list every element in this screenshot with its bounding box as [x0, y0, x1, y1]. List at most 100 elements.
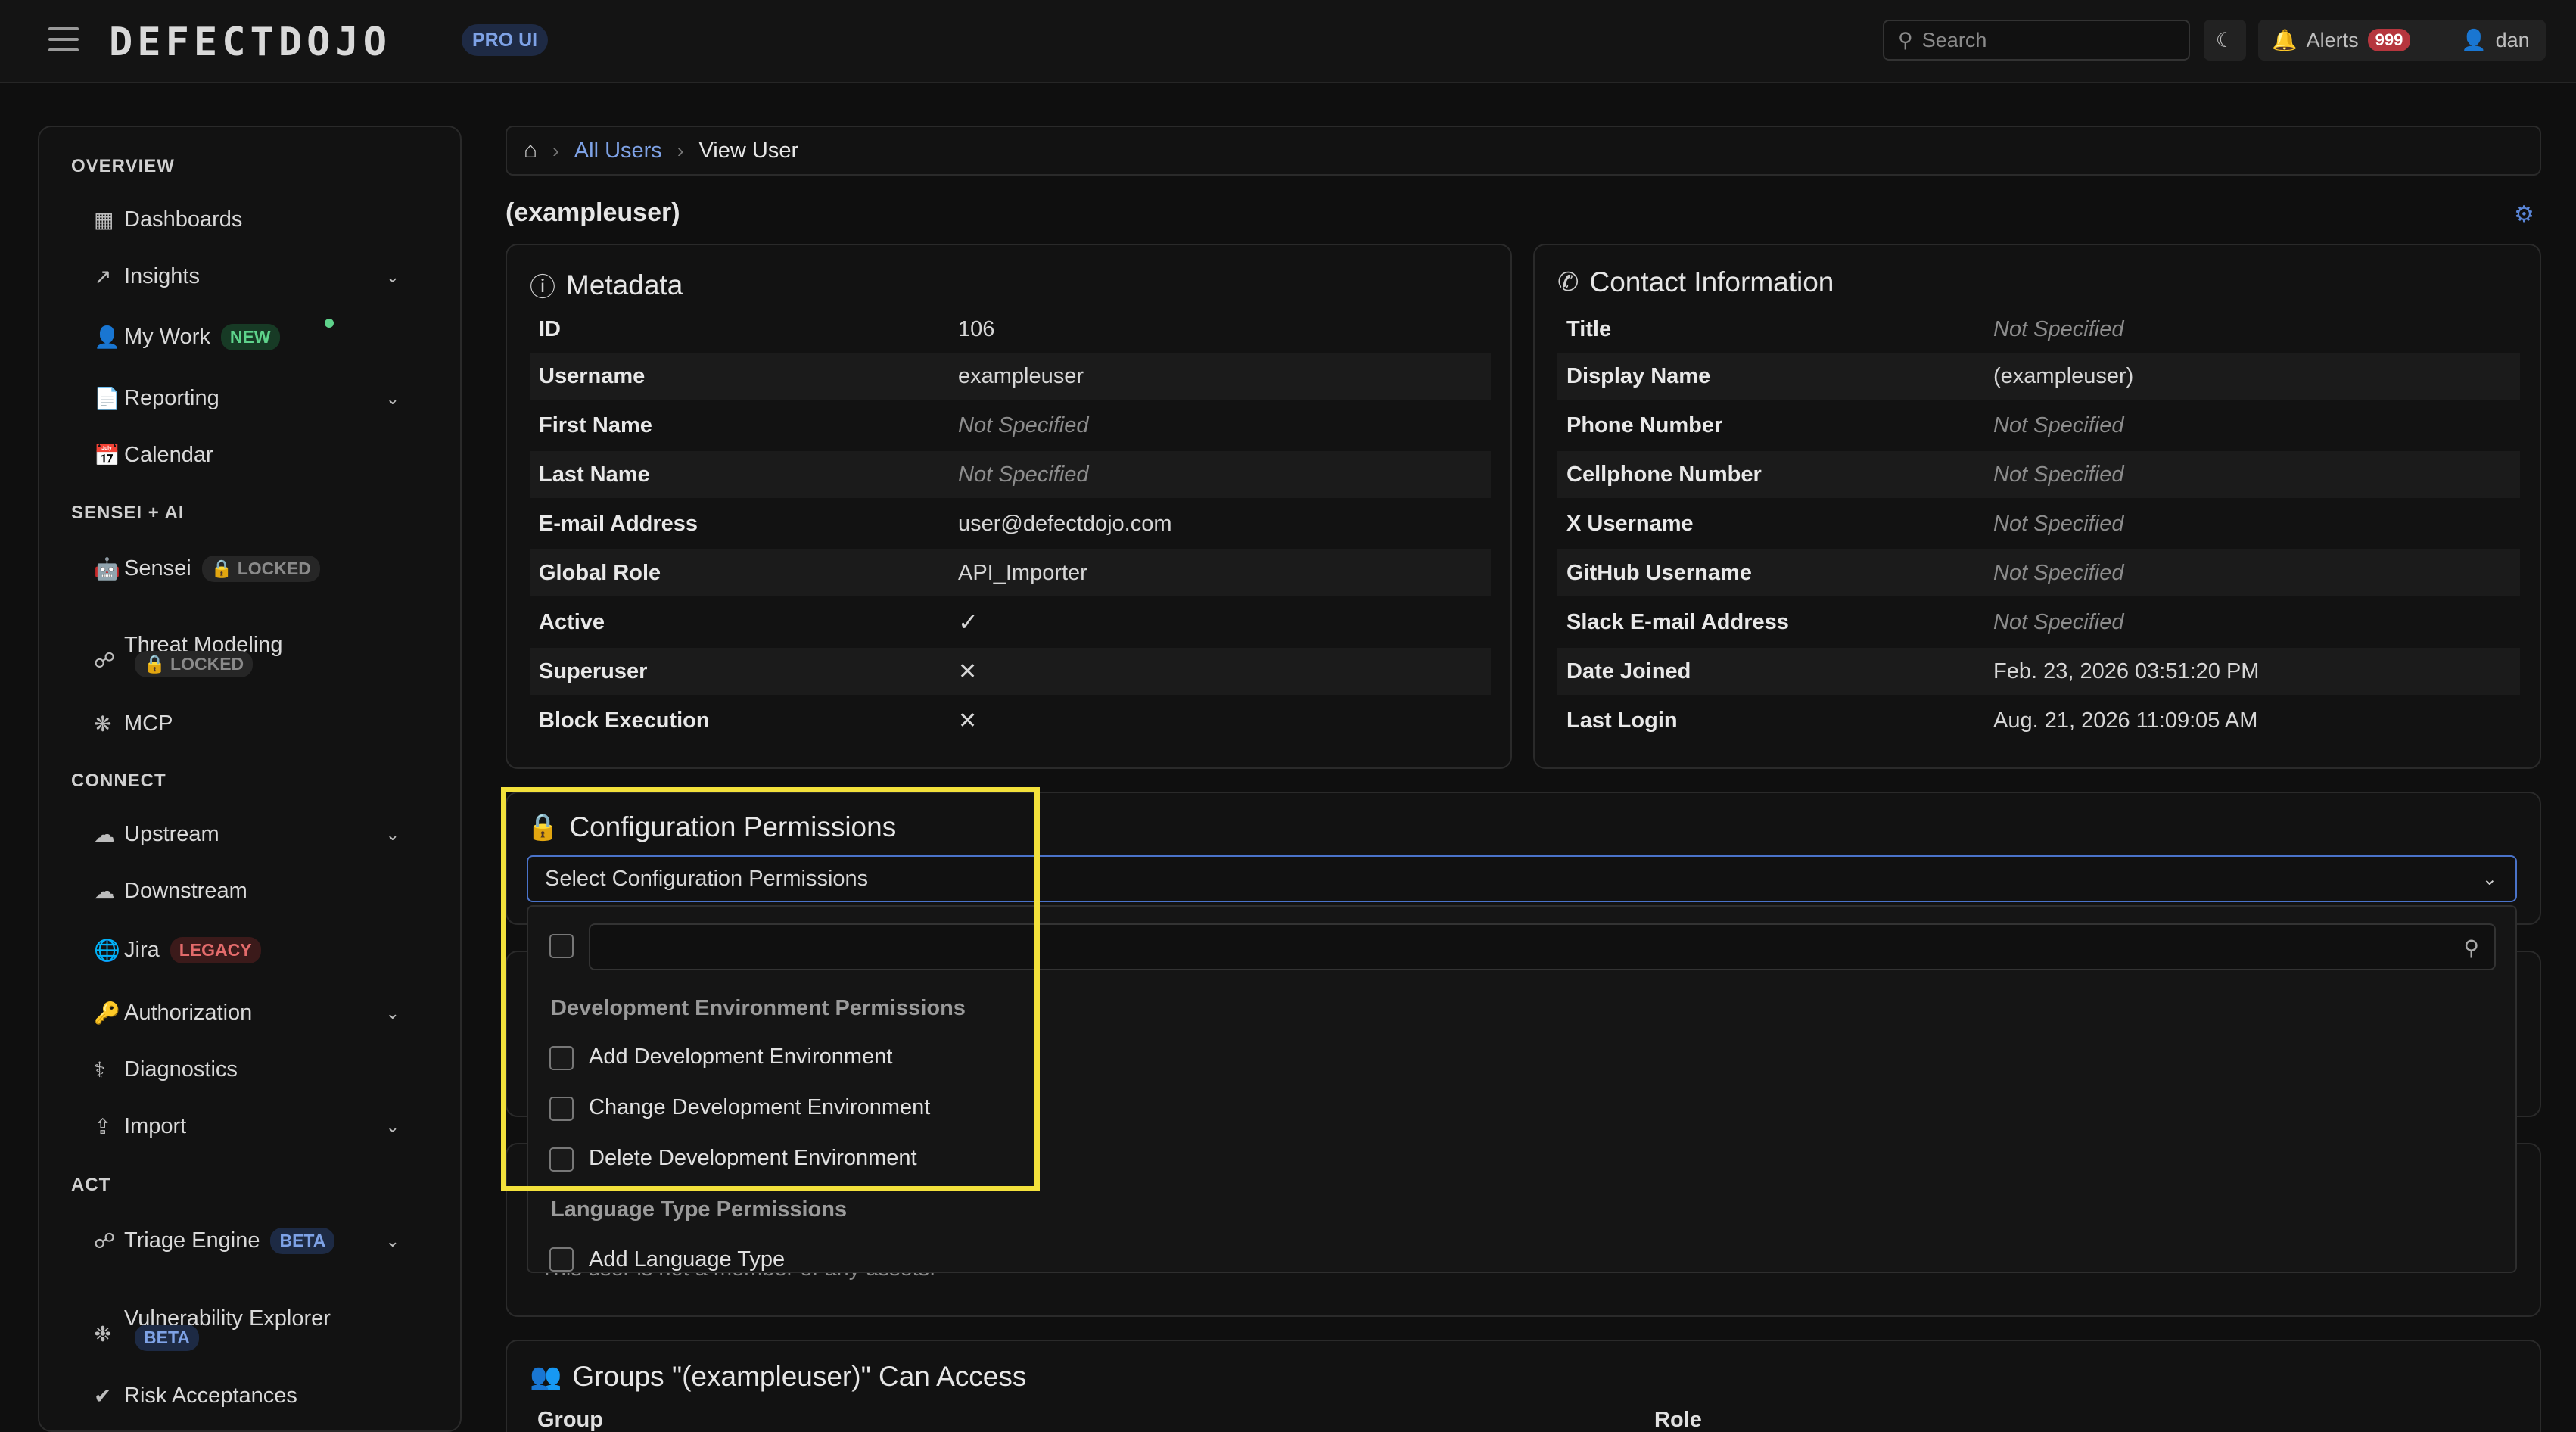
sidebar-item-authorization[interactable]: 🔑 Authorization ⌄ [94, 1001, 450, 1026]
metadata-key: Block Execution [539, 708, 710, 733]
robot-icon: 🤖 [94, 557, 120, 581]
contact-title-text: Contact Information [1589, 266, 1834, 297]
bug-icon: ❉ [94, 1322, 112, 1346]
metadata-key: Username [539, 363, 646, 388]
sidebar-item-label: Sensei [124, 556, 191, 581]
section-sensei: SENSEI + AI [71, 503, 185, 523]
sidebar-item-import[interactable]: ⇪ Import ⌄ [94, 1114, 450, 1139]
contact-key: Cellphone Number [1566, 462, 1762, 487]
sidebar-item-triage-engine[interactable]: ☍ Triage Engine BETA ⌄ [94, 1228, 450, 1254]
sidebar-item-diagnostics[interactable]: ⚕ Diagnostics [94, 1057, 450, 1082]
metadata-key: ID [539, 316, 561, 341]
option-add-dev-env[interactable]: Add Development Environment [589, 1044, 892, 1069]
metadata-row-global-role: Global Role API_Importer [530, 549, 1491, 596]
user-menu-button[interactable]: 👤 dan [2447, 20, 2546, 61]
checkbox-change-dev-env[interactable] [549, 1097, 574, 1121]
sidebar-item-threat-modeling[interactable]: ☍ Threat Modeling 🔒 LOCKED [94, 618, 450, 677]
sidebar-item-label: Dashboards [124, 207, 243, 232]
metadata-row-first-name: First Name Not Specified [530, 402, 1491, 449]
sidebar-item-label: MCP [124, 711, 173, 736]
metadata-row-email: E-mail Address user@defectdojo.com [530, 500, 1491, 547]
select-all-checkbox[interactable] [549, 934, 574, 958]
sidebar-item-dashboards[interactable]: ▦ Dashboards [94, 207, 450, 232]
search-icon: ⚲ [2463, 936, 2479, 960]
contact-key: Title [1566, 316, 1612, 341]
checkbox-delete-dev-env[interactable] [549, 1147, 574, 1172]
theme-toggle-button[interactable]: ☾ [2204, 20, 2246, 61]
sidebar-item-label: My Work [124, 325, 210, 349]
sidebar-item-my-work[interactable]: 👤 My Work NEW [94, 316, 450, 350]
sidebar-item-vulnerability-explorer[interactable]: ❉ Vulnerability Explorer BETA [94, 1291, 450, 1351]
contact-key: Slack E-mail Address [1566, 609, 1789, 634]
sidebar-item-sensei[interactable]: 🤖 Sensei 🔒 LOCKED [94, 556, 450, 582]
beta-badge: BETA [135, 1325, 199, 1351]
sidebar-item-reporting[interactable]: 📄 Reporting ⌄ [94, 386, 450, 411]
metadata-row-block-execution: Block Execution ✕ [530, 697, 1491, 744]
metadata-title: ⓘ Metadata [530, 266, 683, 304]
sidebar-item-insights[interactable]: ↗ Insights ⌄ [94, 264, 450, 289]
sidebar-item-label: Reporting [124, 386, 219, 410]
diagram-icon: ☍ [94, 649, 116, 672]
top-bar: DEFECTDOJO PRO UI ⚲ Search ☾ 🔔 Alerts 99… [0, 0, 2576, 83]
column-header-role: Role [1654, 1408, 1702, 1432]
metadata-key: Superuser [539, 658, 648, 683]
contact-key: Display Name [1566, 363, 1711, 388]
metadata-key: First Name [539, 412, 652, 437]
dropdown-search-input[interactable]: ⚲ [589, 923, 2496, 970]
locked-badge-label: LOCKED [170, 654, 244, 674]
sidebar-item-label: Calendar [124, 443, 213, 467]
contact-panel: ✆ Contact Information Title Not Specified… [1533, 244, 2541, 769]
cross-icon: ✕ [958, 708, 978, 733]
sidebar-item-calendar[interactable]: 📅 Calendar [94, 443, 450, 468]
page-title: (exampleuser) [506, 198, 680, 227]
metadata-row-username: Username exampleuser [530, 353, 1491, 400]
metadata-row-superuser: Superuser ✕ [530, 648, 1491, 695]
checkbox-add-language-type[interactable] [549, 1247, 574, 1272]
search-input[interactable]: ⚲ Search [1883, 20, 2190, 61]
option-change-dev-env[interactable]: Change Development Environment [589, 1095, 930, 1120]
sidebar-item-risk-acceptances[interactable]: ✔ Risk Acceptances [94, 1384, 450, 1409]
lock-icon: 🔒 [527, 813, 559, 842]
new-badge: NEW [220, 324, 280, 350]
option-add-language-type[interactable]: Add Language Type [589, 1247, 785, 1272]
contact-title: ✆ Contact Information [1557, 266, 1834, 298]
sidebar-item-upstream[interactable]: ☁ Upstream ⌄ [94, 822, 450, 847]
metadata-panel: ⓘ Metadata ID 106 Username exampleuser Fir… [506, 244, 1512, 769]
contact-key: Phone Number [1566, 412, 1723, 437]
contact-key: Last Login [1566, 708, 1678, 733]
config-permissions-select[interactable]: Select Configuration Permissions ⌄ [527, 855, 2517, 902]
sidebar-item-mcp[interactable]: ❋ MCP [94, 711, 450, 736]
app-logo[interactable]: DEFECTDOJO [109, 20, 391, 65]
chevron-down-icon: ⌄ [2481, 868, 2497, 889]
alerts-count-badge: 999 [2367, 29, 2411, 51]
locked-badge-label: LOCKED [237, 559, 311, 578]
option-delete-dev-env[interactable]: Delete Development Environment [589, 1146, 917, 1171]
sidebar: OVERVIEW ▦ Dashboards ↗ Insights ⌄ 👤 My … [38, 126, 462, 1432]
sidebar-item-downstream[interactable]: ☁ Downstream [94, 879, 450, 904]
sidebar-item-label: Insights [124, 264, 200, 288]
hamburger-menu-icon[interactable] [48, 27, 79, 53]
checkbox-add-dev-env[interactable] [549, 1046, 574, 1070]
metadata-row-active: Active ✓ [530, 599, 1491, 646]
contact-value: (exampleuser) [1993, 363, 2134, 388]
cloud-download-icon: ☁ [94, 879, 115, 903]
contact-row-last-login: Last Login Aug. 21, 2026 11:09:05 AM [1557, 697, 2520, 744]
new-indicator-dot [322, 316, 336, 330]
diagram-icon: ☍ [94, 1229, 116, 1253]
group-label-dev-env: Development Environment Permissions [551, 996, 966, 1020]
breadcrumb-all-users-link[interactable]: All Users [574, 139, 662, 163]
user-check-icon: 👤 [94, 325, 120, 349]
groups-panel: 👥 Groups "(exampleuser)" Can Access [506, 1340, 2541, 1432]
sidebar-item-jira[interactable]: 🌐 Jira LEGACY [94, 937, 450, 963]
stethoscope-icon: ⚕ [94, 1058, 106, 1082]
metadata-value: user@defectdojo.com [958, 511, 1172, 536]
groups-title-text: Groups "(exampleuser)" Can Access [572, 1361, 1027, 1392]
contact-key: GitHub Username [1566, 560, 1752, 585]
legacy-badge: LEGACY [170, 937, 261, 963]
gear-icon[interactable]: ⚙ [2514, 201, 2534, 228]
contact-value: Not Specified [1993, 462, 2124, 487]
locked-badge: 🔒 LOCKED [201, 556, 320, 582]
chevron-down-icon: ⌄ [385, 824, 400, 844]
metadata-key: Global Role [539, 560, 661, 585]
home-icon[interactable]: ⌂ [524, 138, 537, 163]
